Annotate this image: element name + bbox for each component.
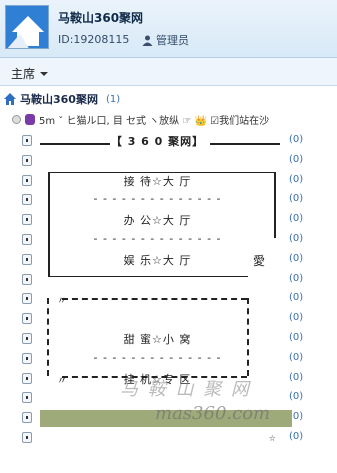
menu-bar: 主席	[0, 58, 337, 86]
room-count: (0)	[289, 351, 304, 363]
frame-top-line	[48, 172, 276, 173]
room-name: 办 公☆大 厅	[123, 214, 192, 228]
channel-count: (1)	[105, 93, 121, 105]
room-count: (0)	[289, 213, 304, 225]
lock-icon[interactable]	[22, 253, 32, 265]
room-count: (0)	[289, 312, 304, 324]
mic-icon[interactable]	[25, 113, 35, 125]
room-count: (0)	[289, 430, 304, 442]
status-toolbar: 5m ˇ ヒ猫ル口, 目 セ式 ヽ放纵 ☞ 👑 ☑我们站在沙	[12, 111, 337, 127]
star-decoration: ☆	[269, 431, 276, 444]
room-row[interactable]: 甜 蜜☆小 窝 (0)	[0, 329, 337, 349]
room-count: (0)	[289, 173, 304, 185]
room-row[interactable]: 办 公☆大 厅 (0)	[0, 210, 337, 230]
lock-icon[interactable]	[22, 352, 32, 364]
lock-icon[interactable]	[22, 431, 32, 443]
room-row[interactable]: - - - - - - - - - - - - - - (0)	[0, 349, 337, 369]
lock-icon[interactable]	[22, 273, 32, 285]
lock-icon[interactable]	[22, 154, 32, 166]
radio-icon[interactable]	[12, 114, 21, 124]
room-row[interactable]: - - - - - - - - - - - - - - (0)	[0, 230, 337, 250]
frame-left-line	[48, 172, 50, 276]
room-row[interactable]: - - - - - - - - - - - - - - (0)	[0, 190, 337, 210]
slashes-decoration-2: 〃	[57, 376, 67, 387]
room-name: 甜 蜜☆小 窝	[123, 332, 192, 346]
room-count: (0)	[289, 371, 304, 383]
room-count: (0)	[289, 193, 304, 205]
lock-icon[interactable]	[22, 135, 32, 146]
room-count: (0)	[289, 134, 304, 145]
room-count: (0)	[289, 153, 304, 165]
room-row[interactable]: 挂 机☆专 区 (0)	[0, 369, 337, 389]
lock-icon[interactable]	[22, 293, 32, 305]
house-logo-icon	[6, 6, 48, 48]
chevron-down-icon	[40, 71, 49, 76]
room-name: 挂 机☆专 区	[123, 372, 192, 386]
lock-icon[interactable]	[22, 194, 32, 206]
lock-icon[interactable]	[22, 233, 32, 245]
room-count: (0)	[289, 331, 304, 343]
room-count: (0)	[289, 391, 304, 403]
main-menu-dropdown[interactable]: 主席	[11, 65, 49, 82]
room-row[interactable]: (0)	[0, 388, 337, 408]
person-icon	[142, 35, 153, 46]
room-list: 【 3 6 0 聚网】 (0) (0) 接 待☆大 厅 (0) - - - - - - -…	[0, 131, 337, 448]
room-row[interactable]: (0)	[0, 309, 337, 329]
frame-right-line	[274, 172, 276, 238]
frame-left-dashed	[47, 298, 49, 376]
room-count: (0)	[289, 232, 304, 244]
lock-icon[interactable]	[22, 313, 32, 325]
room-row[interactable]: (0)	[0, 151, 337, 171]
selected-row-highlight	[40, 410, 292, 427]
home-icon	[4, 93, 16, 105]
lock-icon[interactable]	[22, 372, 32, 384]
room-row[interactable]: (0)	[0, 428, 337, 448]
lock-icon[interactable]	[22, 214, 32, 226]
role-text: 管理员	[156, 34, 189, 47]
lock-icon[interactable]	[22, 332, 32, 344]
room-name: - - - - - - - - - - - - - -	[93, 192, 222, 206]
top-bar-right	[210, 143, 280, 145]
channel-header[interactable]: 马鞍山360聚网 (1)	[4, 90, 334, 108]
room-name: 【 3 6 0 聚网】	[110, 135, 205, 148]
top-bar-left	[40, 143, 110, 145]
dashed-bottom-line	[62, 376, 247, 378]
room-row[interactable]: 接 待☆大 厅 (0)	[0, 171, 337, 191]
room-name: - - - - - - - - - - - - - -	[93, 350, 222, 364]
room-name: 接 待☆大 厅	[123, 174, 192, 188]
room-title: 马鞍山360聚网	[58, 11, 144, 25]
room-row[interactable]: (0)	[0, 270, 337, 290]
frame-right-dashed	[247, 298, 249, 376]
lock-icon[interactable]	[22, 392, 32, 404]
channel-name: 马鞍山360聚网	[20, 93, 98, 106]
room-avatar[interactable]	[5, 5, 49, 49]
room-name: 娱 乐☆大 厅	[123, 253, 192, 267]
main-menu-label: 主席	[11, 67, 36, 81]
room-count: (0)	[289, 272, 304, 284]
room-header: 马鞍山360聚网 ID:19208115 管理员	[0, 0, 337, 58]
frame-bottom-line	[48, 276, 248, 277]
room-count: (0)	[289, 252, 304, 264]
room-name: - - - - - - - - - - - - - -	[93, 231, 222, 245]
dashed-top-line	[62, 298, 247, 300]
lock-icon[interactable]	[22, 174, 32, 186]
slashes-decoration: 〃	[57, 296, 67, 307]
status-text: 5m ˇ ヒ猫ル口, 目 セ式 ヽ放纵 ☞ 👑 ☑我们站在沙	[39, 115, 270, 127]
room-count: (0)	[289, 292, 304, 304]
role-label: 管理员	[142, 32, 189, 48]
lock-icon[interactable]	[22, 412, 32, 424]
love-decoration: 愛	[253, 254, 266, 268]
room-row[interactable]: 【 3 6 0 聚网】 (0)	[0, 131, 337, 151]
room-row[interactable]: 娱 乐☆大 厅 (0)	[0, 250, 337, 270]
room-id: ID:19208115	[58, 33, 130, 46]
